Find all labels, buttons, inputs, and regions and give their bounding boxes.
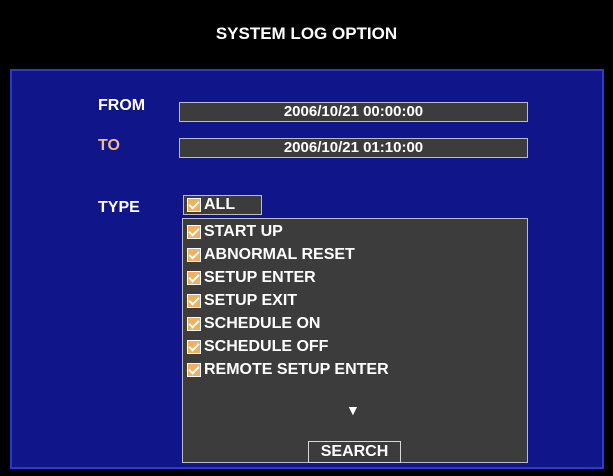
checkbox-checked-icon xyxy=(187,339,201,354)
checkbox-checked-icon xyxy=(187,197,201,212)
log-type-start-up[interactable]: START UP xyxy=(187,222,283,242)
checkbox-checked-icon xyxy=(187,293,201,308)
from-datetime-field[interactable]: 2006/10/21 00:00:00 xyxy=(179,102,528,122)
log-type-label: SETUP EXIT xyxy=(204,292,298,309)
from-label: FROM xyxy=(98,97,146,114)
type-label: TYPE xyxy=(98,199,140,216)
log-type-label: SCHEDULE ON xyxy=(204,315,321,332)
type-all-checkbox[interactable]: ALL xyxy=(183,195,262,215)
log-type-label: SETUP ENTER xyxy=(204,269,316,286)
checkbox-checked-icon xyxy=(187,224,201,239)
checkbox-checked-icon xyxy=(187,362,201,377)
log-type-setup-enter[interactable]: SETUP ENTER xyxy=(187,268,316,288)
log-type-schedule-on[interactable]: SCHEDULE ON xyxy=(187,314,320,334)
checkbox-checked-icon xyxy=(187,247,201,262)
dialog-title: SYSTEM LOG OPTION xyxy=(1,1,612,67)
log-type-schedule-off[interactable]: SCHEDULE OFF xyxy=(187,337,328,357)
log-type-remote-setup-enter[interactable]: REMOTE SETUP ENTER xyxy=(187,360,389,380)
scroll-down-arrow-icon[interactable]: ▼ xyxy=(346,402,360,418)
log-type-list: START UP ABNORMAL RESET SETUP ENTER SETU… xyxy=(182,218,528,463)
log-type-label: START UP xyxy=(204,223,283,240)
checkbox-checked-icon xyxy=(187,316,201,331)
options-panel: FROM 2006/10/21 00:00:00 TO 2006/10/21 0… xyxy=(10,69,604,469)
search-button[interactable]: SEARCH xyxy=(308,441,401,463)
to-label: TO xyxy=(98,137,120,154)
log-type-label: ABNORMAL RESET xyxy=(204,246,355,263)
to-datetime-field[interactable]: 2006/10/21 01:10:00 xyxy=(179,138,528,158)
log-type-abnormal-reset[interactable]: ABNORMAL RESET xyxy=(187,245,355,265)
checkbox-checked-icon xyxy=(187,270,201,285)
log-type-label: SCHEDULE OFF xyxy=(204,338,329,355)
log-type-label: REMOTE SETUP ENTER xyxy=(204,361,389,378)
type-all-label: ALL xyxy=(204,196,236,213)
system-log-option-dialog: SYSTEM LOG OPTION FROM 2006/10/21 00:00:… xyxy=(0,0,613,476)
log-type-setup-exit[interactable]: SETUP EXIT xyxy=(187,291,297,311)
